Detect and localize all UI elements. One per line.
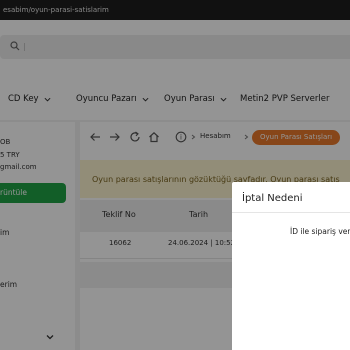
cancel-reason-modal [232,182,350,350]
modal-title: İptal Nedeni [242,193,303,204]
modal-body-text: İD ile sipariş ver [290,227,350,236]
modal-divider [232,212,350,213]
